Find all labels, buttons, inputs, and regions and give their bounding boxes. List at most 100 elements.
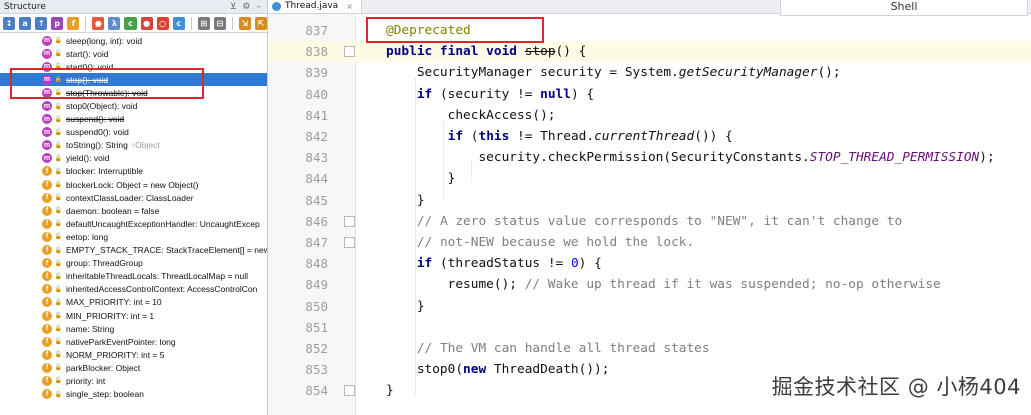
structure-method-item[interactable]: m 🔓 start(): void xyxy=(0,47,267,60)
structure-field-item[interactable]: f 🔓 parkBlocker: Object xyxy=(0,361,267,374)
visibility-icon: 🔓 xyxy=(54,339,63,346)
field-icon: f xyxy=(42,179,52,190)
code-line[interactable]: 850 } xyxy=(268,296,1031,317)
code-line[interactable]: 841 checkAccess(); xyxy=(268,105,1031,126)
structure-toolbar: ↕ a ↑ p f ● λ c ● ○ c ⊞ ⊟ ⇲ ⇱ xyxy=(0,14,267,33)
code-line[interactable]: 844 } xyxy=(268,168,1031,189)
collapse-all-icon[interactable]: ⊟ xyxy=(213,16,226,30)
structure-method-item[interactable]: m 🔓 suspend(): void xyxy=(0,113,267,126)
structure-method-item[interactable]: m 🔓 toString(): String ↑Object xyxy=(0,139,267,152)
field-icon: f xyxy=(42,362,52,373)
visibility-icon: 🔓 xyxy=(54,299,63,306)
visibility-icon: 🔓 xyxy=(54,286,63,293)
code-line[interactable]: 852 // The VM can handle all thread stat… xyxy=(268,338,1031,359)
show-anonymous-icon[interactable]: c xyxy=(124,16,137,30)
structure-field-item[interactable]: f 🔓 EMPTY_STACK_TRACE: StackTraceElement[]… xyxy=(0,244,267,257)
visibility-icon: 🔓 xyxy=(54,38,63,45)
structure-field-item[interactable]: f 🔓 single_step: boolean xyxy=(0,388,267,401)
fold-marker-icon[interactable] xyxy=(344,46,355,58)
autoscroll-from-source-icon[interactable]: ⇱ xyxy=(254,16,267,30)
visibility-icon: 🔓 xyxy=(54,378,63,385)
visibility-icon: 🔓 xyxy=(54,313,63,320)
line-number: 844 xyxy=(305,171,328,187)
structure-method-item[interactable]: m 🔓 yield(): void xyxy=(0,152,267,165)
structure-field-item[interactable]: f 🔓 blocker: Interruptible xyxy=(0,165,267,178)
code-text: SecurityManager security = System.getSec… xyxy=(386,65,841,81)
structure-field-item[interactable]: f 🔓 priority: int xyxy=(0,374,267,387)
structure-field-item[interactable]: f 🔓 MAX_PRIORITY: int = 10 xyxy=(0,296,267,309)
structure-item-label: daemon: boolean = false xyxy=(66,205,160,216)
expand-all-icon[interactable]: ⊞ xyxy=(197,16,210,30)
structure-item-label: priority: int xyxy=(66,375,106,386)
show-fields-icon[interactable]: f xyxy=(67,16,80,30)
show-enums-icon[interactable]: ○ xyxy=(156,16,169,30)
tab-thread-java[interactable]: Thread.java × xyxy=(268,0,362,13)
watermark: 掘金技术社区 @ 小杨404 xyxy=(771,375,1021,399)
structure-field-item[interactable]: f 🔓 blockerLock: Object = new Object() xyxy=(0,178,267,191)
structure-item-label: defaultUncaughtExceptionHandler: Uncaugh… xyxy=(66,218,260,229)
show-classes-icon[interactable]: c xyxy=(172,16,185,30)
code-line[interactable]: 846 // A zero status value corresponds t… xyxy=(268,211,1031,232)
line-number: 852 xyxy=(305,341,328,356)
fold-marker-icon[interactable] xyxy=(344,215,355,227)
fold-marker-icon[interactable] xyxy=(344,385,355,397)
structure-item-label: inheritableThreadLocals: ThreadLocalMap … xyxy=(66,271,248,282)
structure-field-item[interactable]: f 🔓 inheritableThreadLocals: ThreadLocalMa… xyxy=(0,270,267,283)
structure-field-item[interactable]: f 🔓 eetop: long xyxy=(0,230,267,243)
structure-header-icon-0[interactable]: ⊻ xyxy=(230,2,237,12)
structure-field-item[interactable]: f 🔓 group: ThreadGroup xyxy=(0,257,267,270)
close-icon[interactable]: × xyxy=(346,2,353,11)
code-line[interactable]: 848 if (threadStatus != 0) { xyxy=(268,253,1031,274)
structure-field-item[interactable]: f 🔓 name: String xyxy=(0,322,267,335)
code-line[interactable]: 845 } xyxy=(268,190,1031,211)
structure-item-label: name: String xyxy=(66,323,115,334)
structure-item-label: start(): void xyxy=(66,48,109,59)
field-icon: f xyxy=(42,192,52,203)
show-constants-icon[interactable]: ● xyxy=(140,16,153,30)
line-number: 839 xyxy=(305,65,328,81)
structure-field-item[interactable]: f 🔓 NORM_PRIORITY: int = 5 xyxy=(0,348,267,361)
shell-popup[interactable]: Shell xyxy=(780,0,1028,16)
sort-visibility-icon[interactable]: ↕ xyxy=(3,16,16,30)
structure-field-item[interactable]: f 🔓 defaultUncaughtExceptionHandler: Uncau… xyxy=(0,217,267,230)
autoscroll-to-source-icon[interactable]: ⇲ xyxy=(238,16,251,30)
field-icon: f xyxy=(42,349,52,360)
show-properties-icon[interactable]: p xyxy=(51,16,64,30)
structure-field-item[interactable]: f 🔓 nativeParkEventPointer: long xyxy=(0,335,267,348)
structure-item-label: NORM_PRIORITY: int = 5 xyxy=(66,349,165,360)
structure-method-item[interactable]: m 🔓 sleep(long, int): void xyxy=(0,34,267,47)
structure-header-icon-1[interactable]: ⚙ xyxy=(242,2,250,12)
show-nonpublic-icon[interactable]: ● xyxy=(92,16,105,30)
code-editor: Thread.java × Shell 837 @Deprecated 838 pub… xyxy=(268,0,1031,415)
code-line[interactable]: 843 security.checkPermission(SecurityCon… xyxy=(268,147,1031,168)
code-line[interactable]: 849 resume(); // Wake up thread if it wa… xyxy=(268,274,1031,295)
structure-method-item[interactable]: m 🔓 stop0(Object): void xyxy=(0,99,267,112)
structure-item-label: group: ThreadGroup xyxy=(66,258,143,269)
visibility-icon: 🔓 xyxy=(54,247,63,254)
structure-field-item[interactable]: f 🔓 contextClassLoader: ClassLoader xyxy=(0,191,267,204)
structure-field-item[interactable]: f 🔓 MIN_PRIORITY: int = 1 xyxy=(0,309,267,322)
show-inherited-icon[interactable]: ↑ xyxy=(35,16,48,30)
method-icon: m xyxy=(42,101,52,112)
fold-marker-icon[interactable] xyxy=(344,237,355,248)
sort-alpha-icon[interactable]: a xyxy=(19,16,32,30)
structure-field-item[interactable]: f 🔓 daemon: boolean = false xyxy=(0,204,267,217)
show-lambdas-icon[interactable]: λ xyxy=(108,16,121,30)
code-text: } xyxy=(386,171,456,187)
code-line[interactable]: 842 if (this != Thread.currentThread()) … xyxy=(268,126,1031,147)
code-text: resume(); // Wake up thread if it was su… xyxy=(386,277,941,293)
code-line[interactable]: 839 SecurityManager security = System.ge… xyxy=(268,62,1031,83)
code-line[interactable]: 840 if (security != null) { xyxy=(268,84,1031,105)
structure-panel: Structure ⊻ ⚙ – ↕ a ↑ p f ● λ c ● ○ c ⊞ ⊟ ⇲ ⇱ m 🔓 sleep(… xyxy=(0,0,268,415)
field-icon: f xyxy=(42,218,52,229)
line-number: 840 xyxy=(305,86,328,102)
tab-label: Thread.java xyxy=(285,1,339,11)
code-line[interactable]: 838 public final void stop() { xyxy=(268,41,1031,63)
code-line[interactable]: 851 xyxy=(268,317,1031,338)
structure-field-item[interactable]: f 🔓 inheritedAccessControlContext: AccessC… xyxy=(0,283,267,296)
structure-header-icon-2[interactable]: – xyxy=(257,2,262,12)
visibility-icon: 🔓 xyxy=(54,129,63,136)
structure-method-item[interactable]: m 🔓 suspend0(): void xyxy=(0,126,267,139)
code-text: checkAccess(); xyxy=(386,107,556,123)
code-line[interactable]: 847 // not-NEW because we hold the lock. xyxy=(268,232,1031,253)
